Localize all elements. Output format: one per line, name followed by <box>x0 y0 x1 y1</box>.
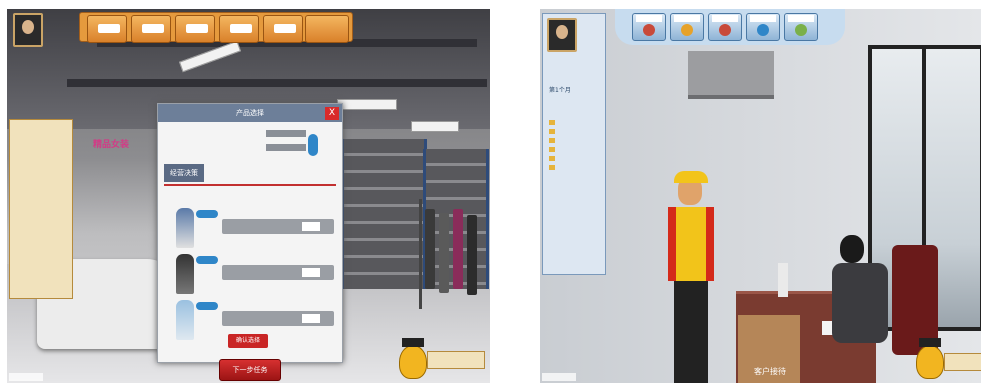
dialog-field <box>266 130 306 137</box>
toolbar-button[interactable] <box>131 15 171 43</box>
close-icon[interactable]: X <box>325 107 339 120</box>
folder-icon <box>549 156 555 161</box>
confirm-button[interactable]: 确认选择 <box>228 334 268 348</box>
next-step-button[interactable]: 下一步任务 <box>219 359 281 381</box>
ceiling-lamp <box>337 99 397 110</box>
toolbar-button[interactable] <box>219 15 259 43</box>
panel-item[interactable] <box>543 146 605 155</box>
receptionist-character <box>832 235 892 355</box>
quantity-input[interactable] <box>302 268 320 277</box>
watermark <box>9 373 43 381</box>
status-icon <box>308 134 318 156</box>
courier-character <box>668 171 716 383</box>
folder-icon <box>549 165 555 170</box>
dialog-title: 产品选择 <box>158 104 342 122</box>
right-game-screenshot: 第1个月 客户接待 <box>540 9 981 383</box>
panel-item[interactable] <box>543 128 605 137</box>
clothing-item <box>467 215 477 295</box>
watermark <box>542 373 576 381</box>
product-tag-icon <box>196 210 218 218</box>
quantity-input[interactable] <box>302 314 320 323</box>
product-image <box>176 254 194 294</box>
folder-icon <box>549 147 555 152</box>
left-sidebar <box>9 119 73 299</box>
toolbar-button[interactable] <box>87 15 127 43</box>
product-row[interactable] <box>170 208 336 248</box>
toolbar-button[interactable] <box>670 13 704 41</box>
product-tag-icon <box>196 302 218 310</box>
clothes-rack <box>419 199 422 309</box>
clothing-item <box>439 213 449 293</box>
mascot-icon <box>399 338 427 379</box>
left-panel: 第1个月 <box>542 13 606 275</box>
product-row[interactable] <box>170 254 336 294</box>
toolbar-button[interactable] <box>175 15 215 43</box>
warehouse-shelf <box>341 139 427 289</box>
product-tag-icon <box>196 256 218 264</box>
panel-item[interactable] <box>543 137 605 146</box>
air-conditioner <box>688 51 774 99</box>
product-dialog: 产品选择 X 经营决策 确认选择 <box>157 103 343 363</box>
store-sign: 精品女装 <box>93 140 130 150</box>
folder-icon <box>549 138 555 143</box>
panel-item[interactable] <box>543 119 605 128</box>
panel-item[interactable] <box>543 155 605 164</box>
dialog-field <box>266 144 306 151</box>
product-image <box>176 208 194 248</box>
player-avatar[interactable] <box>547 18 577 52</box>
folder-icon <box>549 120 555 125</box>
panel-item[interactable] <box>543 164 605 173</box>
help-button[interactable] <box>427 351 485 369</box>
help-button[interactable] <box>944 353 981 371</box>
toolbar-button[interactable] <box>708 13 742 41</box>
desk-phone <box>778 263 788 297</box>
clothing-item <box>425 209 435 289</box>
product-image <box>176 300 194 340</box>
quantity-input[interactable] <box>302 222 320 231</box>
folder-icon <box>549 129 555 134</box>
toolbar-button[interactable] <box>305 15 349 43</box>
section-divider <box>164 184 336 186</box>
left-game-screenshot: 精品女装 产品选择 X 经营决策 确认选择 下一步任务 <box>7 9 490 383</box>
panel-header: 第1个月 <box>549 87 571 94</box>
scene-label: 客户接待 <box>754 367 786 376</box>
toolbar-button[interactable] <box>784 13 818 41</box>
toolbar-button[interactable] <box>746 13 780 41</box>
sidebar-item[interactable] <box>10 132 72 134</box>
mascot-icon <box>916 338 944 379</box>
ceiling-beam <box>67 79 487 87</box>
toolbar-button[interactable] <box>632 13 666 41</box>
toolbar-button[interactable] <box>263 15 303 43</box>
section-heading: 经营决策 <box>164 164 204 182</box>
player-avatar[interactable] <box>13 13 43 47</box>
ceiling-lamp <box>411 121 459 132</box>
clothing-item <box>453 209 463 289</box>
